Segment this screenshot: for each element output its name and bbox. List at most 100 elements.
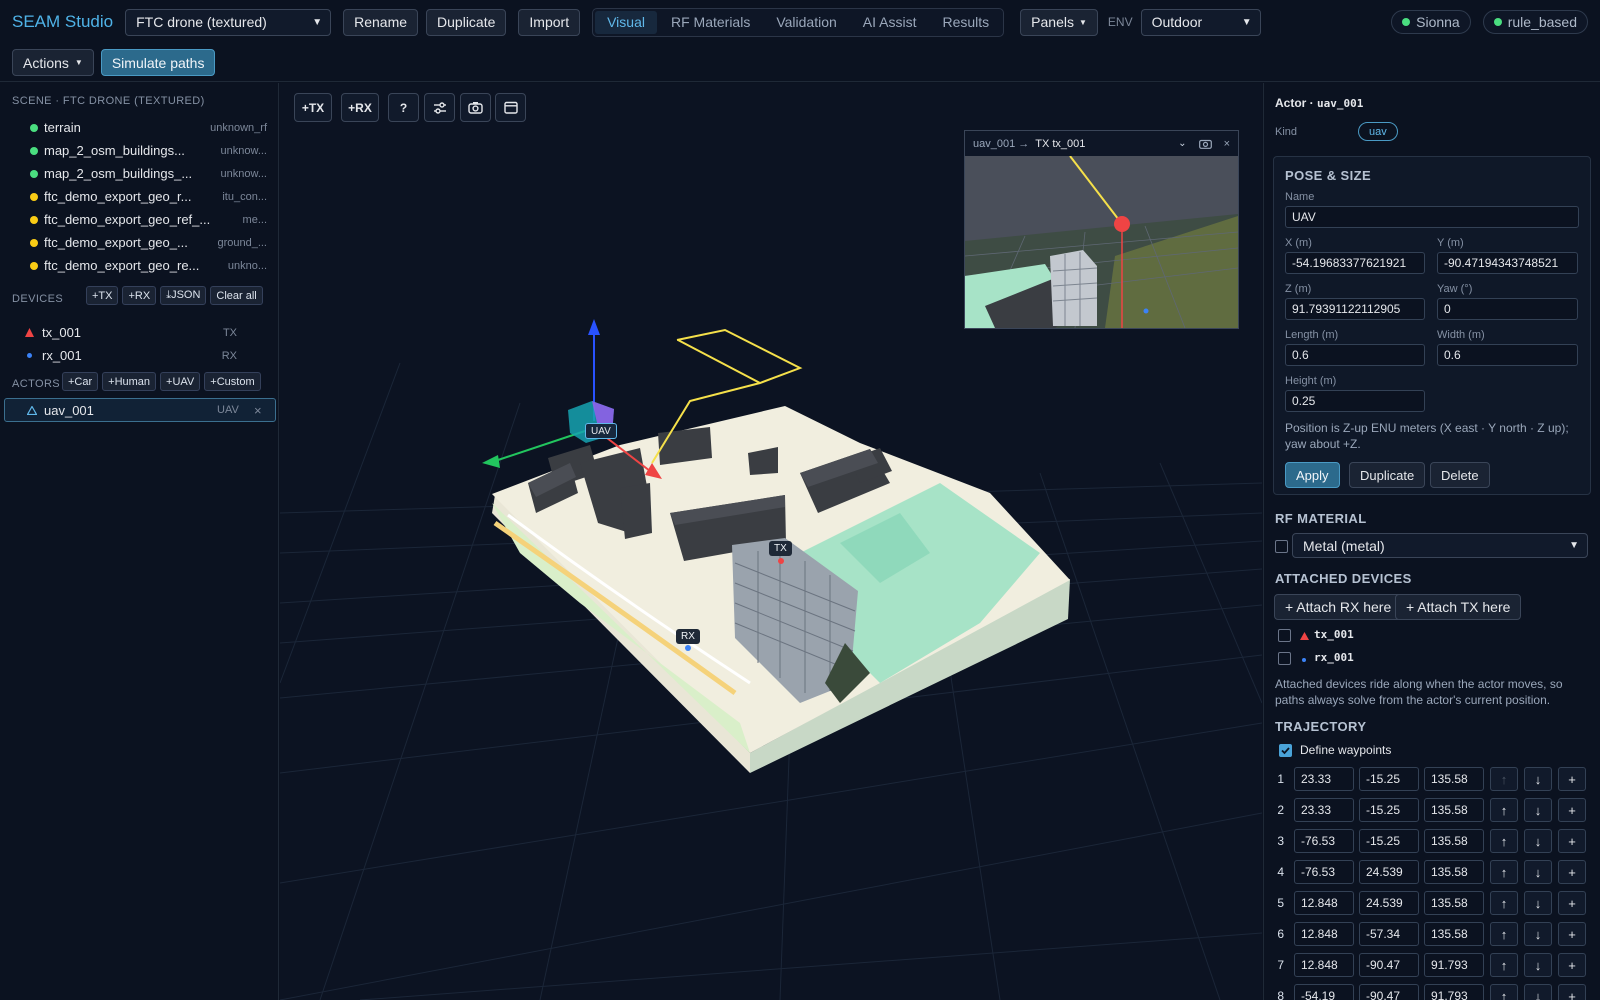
close-icon[interactable]: × <box>1224 138 1230 150</box>
timeline-button[interactable] <box>495 93 526 122</box>
rf-material-select[interactable]: Metal (metal) ▼ <box>1292 533 1588 558</box>
waypoint-up-button[interactable]: ↑ <box>1490 891 1518 915</box>
scene-item[interactable]: map_2_osm_buildings_... unknow... <box>0 162 279 185</box>
tab-results[interactable]: Results <box>930 11 1001 34</box>
waypoint-y[interactable]: -90.47 <box>1359 984 1419 1000</box>
waypoint-y[interactable]: -15.25 <box>1359 767 1419 791</box>
panels-button[interactable]: Panels ▼ <box>1020 8 1098 36</box>
waypoint-z[interactable]: 135.58 <box>1424 767 1484 791</box>
attached-tx-checkbox[interactable] <box>1278 629 1291 642</box>
device-item-tx[interactable]: tx_001 TX <box>0 321 279 344</box>
add-custom-button[interactable]: +Custom <box>204 372 261 391</box>
device-item-rx[interactable]: rx_001 RX <box>0 344 279 367</box>
waypoint-x[interactable]: 12.848 <box>1294 922 1354 946</box>
waypoint-down-button[interactable]: ↓ <box>1524 798 1552 822</box>
waypoint-down-button[interactable]: ↓ <box>1524 767 1552 791</box>
simulate-paths-button[interactable]: Simulate paths <box>100 49 216 76</box>
waypoint-up-button[interactable]: ↑ <box>1490 953 1518 977</box>
waypoint-y[interactable]: 24.539 <box>1359 860 1419 884</box>
duplicate-scene-button[interactable]: Duplicate <box>426 8 507 36</box>
scene-item[interactable]: ftc_demo_export_geo_r... itu_con... <box>0 185 279 208</box>
width-field[interactable]: 0.6 <box>1437 344 1578 366</box>
actions-button[interactable]: Actions ▼ <box>12 49 94 76</box>
yaw-field[interactable]: 0 <box>1437 298 1578 320</box>
waypoint-y[interactable]: 24.539 <box>1359 891 1419 915</box>
apply-button[interactable]: Apply <box>1285 462 1340 488</box>
x-field[interactable]: -54.19683377621921 <box>1285 252 1425 274</box>
waypoint-down-button[interactable]: ↓ <box>1524 953 1552 977</box>
export-json-button[interactable]: ⤓JSON <box>160 286 207 305</box>
waypoint-z[interactable]: 135.58 <box>1424 829 1484 853</box>
y-field[interactable]: -90.47194343748521 <box>1437 252 1578 274</box>
waypoint-z[interactable]: 91.793 <box>1424 984 1484 1000</box>
actor-item-uav[interactable]: uav_001 UAV × <box>4 398 276 422</box>
waypoint-x[interactable]: -76.53 <box>1294 860 1354 884</box>
z-field[interactable]: 91.79391122112905 <box>1285 298 1425 320</box>
waypoint-z[interactable]: 135.58 <box>1424 798 1484 822</box>
waypoint-up-button[interactable]: ↑ <box>1490 922 1518 946</box>
waypoint-y[interactable]: -15.25 <box>1359 798 1419 822</box>
viewport-add-rx-button[interactable]: +RX <box>341 93 379 122</box>
rf-material-checkbox[interactable] <box>1275 540 1288 553</box>
help-button[interactable]: ? <box>388 93 419 122</box>
add-rx-button[interactable]: +RX <box>122 286 157 305</box>
add-car-button[interactable]: +Car <box>62 372 99 391</box>
waypoint-add-button[interactable]: + <box>1558 953 1586 977</box>
clear-all-button[interactable]: Clear all <box>210 286 263 305</box>
waypoint-down-button[interactable]: ↓ <box>1524 829 1552 853</box>
tab-rf-materials[interactable]: RF Materials <box>659 11 762 34</box>
add-tx-button[interactable]: +TX <box>86 286 119 305</box>
duplicate-actor-button[interactable]: Duplicate <box>1349 462 1426 488</box>
waypoint-up-button[interactable]: ↑ <box>1490 798 1518 822</box>
waypoint-y[interactable]: -15.25 <box>1359 829 1419 853</box>
viewport-add-tx-button[interactable]: +TX <box>294 93 332 122</box>
screenshot-button[interactable] <box>460 93 491 122</box>
waypoint-down-button[interactable]: ↓ <box>1524 891 1552 915</box>
attach-rx-button[interactable]: + Attach RX here <box>1274 594 1403 620</box>
camera-icon[interactable] <box>1198 138 1212 149</box>
3d-viewport[interactable]: UAV TX RX +TX +RX ? uav_001 → TX tx_001 … <box>280 83 1262 1000</box>
waypoint-down-button[interactable]: ↓ <box>1524 984 1552 1000</box>
close-icon[interactable]: × <box>254 403 262 418</box>
settings-button[interactable] <box>424 93 455 122</box>
scene-item[interactable]: map_2_osm_buildings... unknow... <box>0 139 279 162</box>
scene-item[interactable]: ftc_demo_export_geo_re... unkno... <box>0 254 279 277</box>
waypoint-add-button[interactable]: + <box>1558 891 1586 915</box>
add-human-button[interactable]: +Human <box>102 372 157 391</box>
waypoint-down-button[interactable]: ↓ <box>1524 922 1552 946</box>
waypoint-y[interactable]: -90.47 <box>1359 953 1419 977</box>
waypoint-up-button[interactable]: ↑ <box>1490 860 1518 884</box>
add-uav-button[interactable]: +UAV <box>160 372 201 391</box>
rename-button[interactable]: Rename <box>343 8 419 36</box>
tab-validation[interactable]: Validation <box>764 11 848 34</box>
waypoint-z[interactable]: 135.58 <box>1424 922 1484 946</box>
scene-item[interactable]: terrain unknown_rf <box>0 116 279 139</box>
tab-ai-assist[interactable]: AI Assist <box>851 11 929 34</box>
waypoint-x[interactable]: 23.33 <box>1294 798 1354 822</box>
waypoint-x[interactable]: 12.848 <box>1294 953 1354 977</box>
waypoint-add-button[interactable]: + <box>1558 829 1586 853</box>
length-field[interactable]: 0.6 <box>1285 344 1425 366</box>
scene-item[interactable]: ftc_demo_export_geo_... ground_... <box>0 231 279 254</box>
waypoint-add-button[interactable]: + <box>1558 860 1586 884</box>
waypoint-up-button[interactable]: ↑ <box>1490 984 1518 1000</box>
delete-button[interactable]: Delete <box>1430 462 1490 488</box>
height-field[interactable]: 0.25 <box>1285 390 1425 412</box>
attach-tx-button[interactable]: + Attach TX here <box>1395 594 1522 620</box>
waypoint-x[interactable]: 23.33 <box>1294 767 1354 791</box>
waypoint-down-button[interactable]: ↓ <box>1524 860 1552 884</box>
waypoint-z[interactable]: 91.793 <box>1424 953 1484 977</box>
waypoint-up-button[interactable]: ↑ <box>1490 767 1518 791</box>
waypoint-z[interactable]: 135.58 <box>1424 860 1484 884</box>
waypoint-up-button[interactable]: ↑ <box>1490 829 1518 853</box>
waypoint-z[interactable]: 135.58 <box>1424 891 1484 915</box>
camera-inset[interactable]: uav_001 → TX tx_001 ⌄ × <box>964 130 1239 329</box>
waypoint-x[interactable]: -76.53 <box>1294 829 1354 853</box>
waypoint-add-button[interactable]: + <box>1558 922 1586 946</box>
tab-visual[interactable]: Visual <box>595 10 657 34</box>
waypoint-x[interactable]: 12.848 <box>1294 891 1354 915</box>
chevron-down-icon[interactable]: ⌄ <box>1178 138 1186 149</box>
scene-item[interactable]: ftc_demo_export_geo_ref_... me... <box>0 208 279 231</box>
waypoint-add-button[interactable]: + <box>1558 767 1586 791</box>
waypoint-add-button[interactable]: + <box>1558 984 1586 1000</box>
